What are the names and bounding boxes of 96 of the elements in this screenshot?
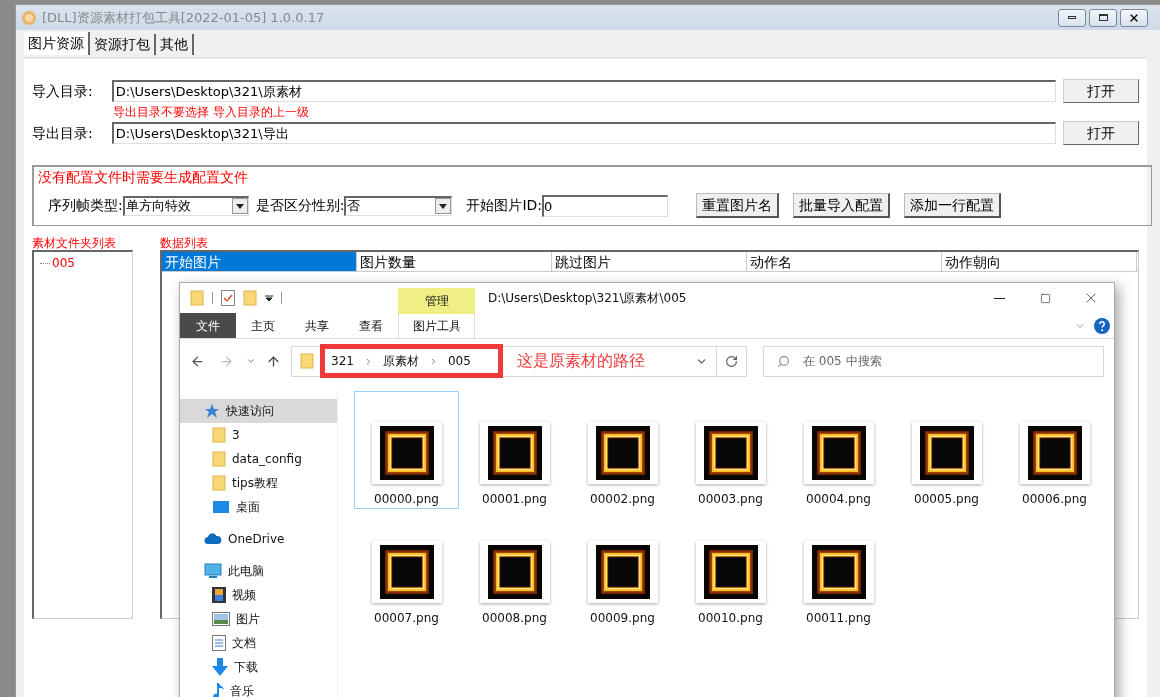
file-item[interactable]: 00002.png [570, 391, 675, 509]
ribbon-tab[interactable]: 查看 [344, 313, 398, 339]
breadcrumb-item[interactable]: 321 [331, 352, 354, 371]
document-icon [212, 635, 226, 651]
nav-item[interactable]: 视频 [180, 583, 337, 607]
breadcrumb-item[interactable]: 005 [447, 352, 471, 371]
path-field[interactable]: D:\Users\Desktop\321\原素材 [111, 80, 1057, 102]
download-arrow-icon [212, 658, 228, 676]
file-item[interactable]: 00001.png [462, 391, 567, 509]
ribbon-tab[interactable]: 主页 [236, 313, 290, 339]
field-label: 导入目录: [32, 81, 94, 101]
checklist-icon[interactable] [221, 290, 235, 307]
file-item[interactable]: 00006.png [1002, 391, 1107, 509]
search-icon [777, 354, 790, 368]
folder-icon [212, 427, 226, 443]
folder-icon [190, 290, 204, 307]
refresh-icon [725, 354, 738, 368]
dropdown[interactable]: 否 [344, 195, 453, 216]
column-header[interactable]: 跳过图片 [552, 252, 747, 271]
ribbon-tab[interactable]: 共享 [290, 313, 344, 339]
action-button[interactable]: 添加一行配置 [904, 193, 1002, 218]
field-label: 是否区分性别: [255, 196, 345, 215]
maximize-icon [1098, 14, 1108, 21]
music-note-icon [212, 682, 224, 697]
help-icon[interactable] [1094, 317, 1110, 334]
field-label: 导出目录: [32, 123, 94, 143]
nav-item[interactable]: 文档 [180, 631, 337, 655]
up-icon[interactable] [266, 353, 281, 369]
search-field[interactable]: 在 005 中搜索 [763, 345, 1104, 377]
address-bar[interactable]: 321 原素材 005 这是原素材的路径 [291, 345, 747, 377]
nav-item[interactable]: 音乐 [180, 679, 337, 697]
open-button[interactable]: 打开 [1063, 121, 1139, 145]
field-label: 开始图片ID: [466, 196, 543, 215]
maximize-button[interactable] [1089, 8, 1117, 27]
window-title: [DLL]资源素材打包工具[2022-01-05] 1.0.0.17 [42, 8, 325, 27]
close-button[interactable] [1120, 8, 1148, 27]
file-item[interactable]: 00007.png [354, 510, 459, 628]
contextual-tab-label: 管理 [398, 287, 475, 314]
section-title: 数据列表 [160, 235, 209, 250]
column-header[interactable]: 动作名 [747, 252, 942, 271]
minimize-icon [993, 297, 1005, 299]
field-label: 序列帧类型: [48, 196, 123, 215]
back-icon[interactable] [190, 353, 205, 369]
file-item[interactable]: 00011.png [786, 510, 891, 628]
image-icon [212, 612, 230, 626]
action-button[interactable]: 批量导入配置 [793, 193, 891, 218]
file-item[interactable]: 00010.png [678, 510, 783, 628]
file-item[interactable]: 00000.png [354, 391, 459, 509]
cloud-icon [204, 533, 222, 545]
nav-item[interactable]: tips教程 [180, 471, 337, 495]
monitor-icon [204, 563, 222, 579]
section-title: 素材文件夹列表 [32, 235, 117, 250]
minimize-button[interactable] [1058, 8, 1086, 27]
ribbon-tab[interactable]: 文件 [180, 313, 236, 339]
maximize-icon [1039, 292, 1051, 304]
action-button[interactable]: 重置图片名 [696, 193, 780, 218]
star-icon [204, 403, 220, 419]
dropdown[interactable]: 单方向特效 [122, 195, 249, 216]
group-title: 没有配置文件时需要生成配置文件 [38, 168, 249, 187]
id-field[interactable]: 0 [542, 194, 669, 217]
path-field[interactable]: D:\Users\Desktop\321\导出 [111, 122, 1057, 144]
column-header[interactable]: 图片数量 [357, 252, 552, 271]
file-item[interactable]: 00003.png [678, 391, 783, 509]
minimize-icon [1068, 16, 1076, 19]
dropdown-icon[interactable] [265, 294, 273, 303]
nav-item[interactable]: 快速访问 [180, 399, 337, 423]
nav-item[interactable]: 3 [180, 423, 337, 447]
file-item[interactable]: 00004.png [786, 391, 891, 509]
dropdown-arrow-icon [235, 203, 244, 209]
file-item[interactable]: 00005.png [894, 391, 999, 509]
nav-item[interactable]: 此电脑 [180, 559, 337, 583]
tab[interactable]: 图片资源 [24, 32, 90, 55]
file-item[interactable]: 00009.png [570, 510, 675, 628]
folder-icon [212, 475, 226, 491]
nav-item[interactable]: 桌面 [180, 495, 337, 519]
desktop-icon [212, 500, 230, 514]
nav-item[interactable]: data_config [180, 447, 337, 471]
warning-text: 导出目录不要选择 导入目录的上一级 [113, 104, 310, 121]
open-button[interactable]: 打开 [1063, 79, 1139, 103]
nav-item[interactable]: 图片 [180, 607, 337, 631]
file-item[interactable]: 00008.png [462, 510, 567, 628]
folder-icon [300, 353, 314, 370]
folder-icon [243, 290, 257, 307]
breadcrumb-item[interactable]: 原素材 [382, 352, 419, 371]
annotation-text: 这是原素材的路径 [517, 350, 645, 373]
film-icon [212, 587, 226, 603]
nav-item[interactable]: OneDrive [180, 527, 337, 551]
dropdown-arrow-icon [439, 203, 448, 209]
column-header[interactable]: 开始图片 [162, 252, 357, 271]
folder-icon [212, 451, 226, 467]
column-header[interactable]: 动作朝向 [942, 252, 1137, 271]
ribbon-tab[interactable]: 图片工具 [398, 313, 475, 339]
tree-item[interactable]: 005 [52, 254, 75, 272]
window-title: D:\Users\Desktop\321\原素材\005 [488, 290, 687, 308]
nav-item[interactable]: 下载 [180, 655, 337, 679]
app-logo-icon [22, 10, 36, 25]
